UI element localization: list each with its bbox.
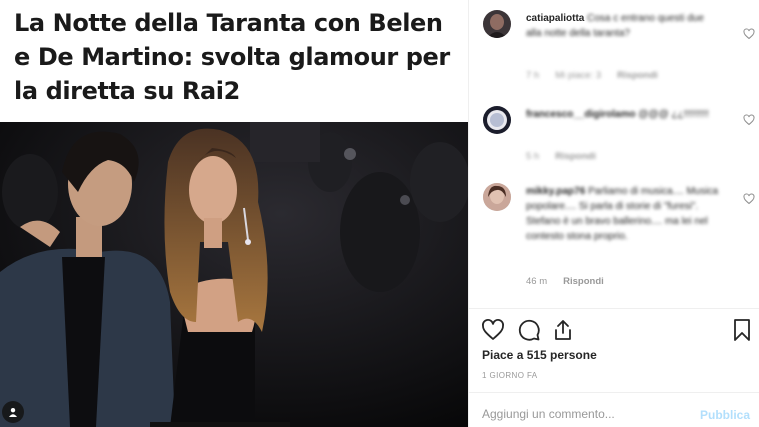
comment-username[interactable]: mikky.pap76 bbox=[526, 186, 585, 197]
publish-button[interactable]: Pubblica bbox=[700, 408, 750, 422]
comment-icon[interactable] bbox=[517, 318, 541, 342]
comment-text: francesco__digirolamo @@@ ¿¿!!!!!!!!! bbox=[526, 107, 721, 122]
comment-text: catiapaliotta Cosa c entrano questi due … bbox=[526, 11, 721, 41]
avatar[interactable] bbox=[483, 106, 511, 134]
photo-illustration bbox=[0, 122, 468, 427]
post-timestamp: 1 GIORNO FA bbox=[482, 371, 538, 380]
comment-age: 5 h bbox=[526, 151, 540, 162]
comment-input[interactable] bbox=[482, 407, 682, 421]
user-tag-icon[interactable] bbox=[2, 401, 24, 423]
comment-likes[interactable]: Mi piace: 3 bbox=[555, 70, 601, 81]
post-media: La Notte della Taranta con Belen e De Ma… bbox=[0, 0, 468, 427]
action-bar bbox=[481, 318, 753, 344]
section-divider bbox=[469, 308, 759, 309]
share-icon[interactable] bbox=[551, 318, 575, 342]
comment-heart-icon[interactable] bbox=[743, 114, 755, 126]
bookmark-icon[interactable] bbox=[730, 318, 754, 342]
post-photo[interactable] bbox=[0, 122, 468, 427]
comment-list[interactable]: catiapaliotta Cosa c entrano questi due … bbox=[469, 0, 759, 308]
comment-username[interactable]: francesco__digirolamo bbox=[526, 109, 635, 120]
reply-button[interactable]: Rispondi bbox=[563, 276, 604, 287]
article-headline: La Notte della Taranta con Belen e De Ma… bbox=[14, 9, 450, 105]
comments-panel: catiapaliotta Cosa c entrano questi due … bbox=[469, 0, 759, 427]
comment-meta: 5 h Rispondi bbox=[526, 151, 596, 162]
heart-icon[interactable] bbox=[481, 318, 505, 342]
comment-meta: 7 h Mi piace: 3 Rispondi bbox=[526, 70, 658, 81]
comment-meta: 46 m Rispondi bbox=[526, 276, 604, 287]
section-divider bbox=[469, 392, 759, 393]
comment-body: @@@ ¿¿!!!!!!!!! bbox=[638, 109, 709, 120]
comment-username[interactable]: catiapaliotta bbox=[526, 13, 584, 24]
likes-count[interactable]: Piace a 515 persone bbox=[482, 348, 597, 362]
comment-composer: Pubblica bbox=[469, 400, 759, 427]
comment-age: 46 m bbox=[526, 276, 548, 287]
comment-age: 7 h bbox=[526, 70, 540, 81]
avatar[interactable] bbox=[483, 183, 511, 211]
comment-heart-icon[interactable] bbox=[743, 193, 755, 205]
avatar[interactable] bbox=[483, 10, 511, 38]
comment-text: mikky.pap76 Parliamo di musica.... Music… bbox=[526, 184, 721, 244]
reply-button[interactable]: Rispondi bbox=[555, 151, 596, 162]
comment-heart-icon[interactable] bbox=[743, 28, 755, 40]
reply-button[interactable]: Rispondi bbox=[617, 70, 658, 81]
